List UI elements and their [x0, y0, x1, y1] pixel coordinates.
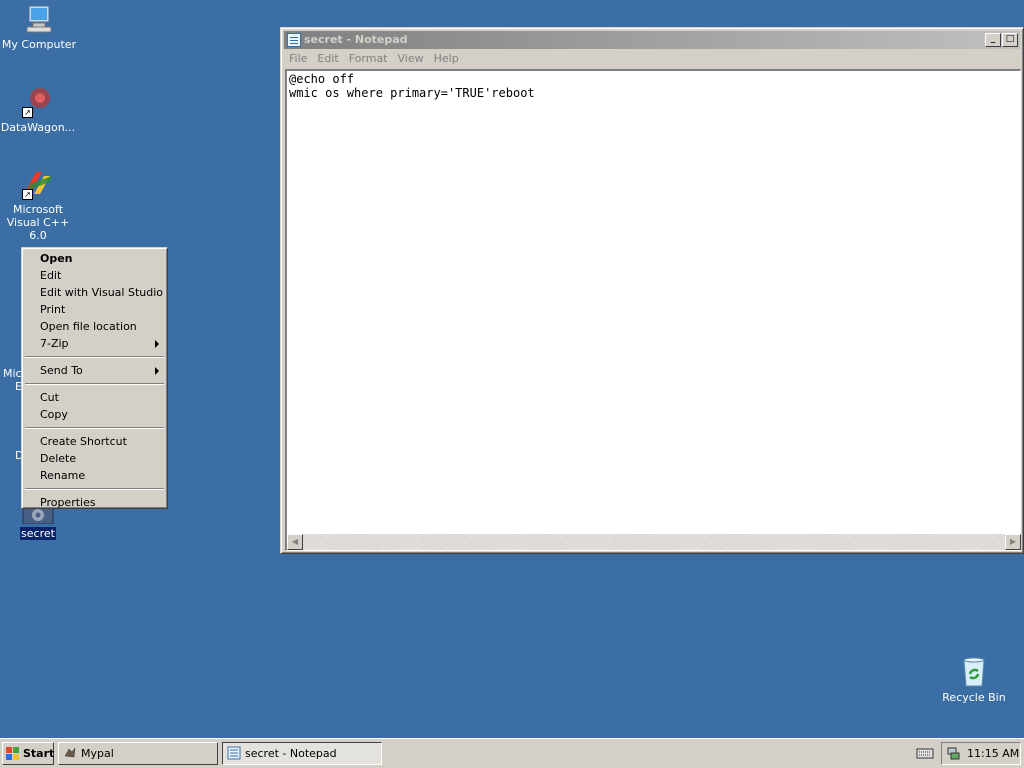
- scroll-right-button[interactable]: ▶: [1005, 534, 1021, 550]
- mypal-icon: [63, 746, 77, 760]
- datawagon-icon: ↗: [22, 86, 54, 118]
- scroll-left-button[interactable]: ◀: [287, 534, 303, 550]
- network-icon[interactable]: [946, 746, 960, 760]
- taskbar-button-mypal[interactable]: Mypal: [58, 742, 218, 765]
- menu-item-open[interactable]: Open: [24, 250, 165, 267]
- keyboard-icon[interactable]: [916, 746, 934, 760]
- menu-item-edit[interactable]: Edit: [24, 267, 165, 284]
- desktop: My Computer ↗ DataWagon... ↗ Microsoft V…: [0, 0, 1024, 738]
- visual-cpp-icon: ↗: [22, 168, 54, 200]
- menu-item-label: Edit with Visual Studio: [40, 286, 164, 299]
- menu-item-send-to[interactable]: Send To: [24, 362, 165, 379]
- desktop-icon-label: Recycle Bin: [942, 691, 1006, 704]
- desktop-icon-datawagon[interactable]: ↗ DataWagon...: [0, 86, 78, 134]
- desktop-icon-my-computer[interactable]: My Computer: [0, 3, 79, 51]
- menu-view[interactable]: View: [393, 50, 429, 68]
- menu-item-label: Open file location: [40, 320, 137, 333]
- desktop-icon-label: DataWagon...: [0, 121, 76, 134]
- task-label: secret - Notepad: [245, 747, 337, 760]
- menu-item-7zip[interactable]: 7-Zip: [24, 335, 165, 352]
- menu-item-edit-with-visual-studio[interactable]: Edit with Visual Studio: [24, 284, 165, 301]
- menu-item-open-file-location[interactable]: Open file location: [24, 318, 165, 335]
- submenu-arrow-icon: [155, 340, 159, 348]
- menu-item-label: Print: [40, 303, 66, 316]
- menu-item-label: Open: [40, 252, 73, 265]
- notepad-icon: [227, 746, 241, 760]
- title-bar[interactable]: secret - Notepad _ □: [284, 31, 1020, 49]
- task-label: Mypal: [81, 747, 114, 760]
- menu-item-rename[interactable]: Rename: [24, 467, 165, 484]
- clock[interactable]: 11:15 AM: [967, 743, 1019, 764]
- start-button[interactable]: Start: [2, 742, 54, 765]
- menu-item-print[interactable]: Print: [24, 301, 165, 318]
- menu-item-label: Cut: [40, 391, 59, 404]
- notepad-icon: [287, 33, 301, 47]
- notepad-window[interactable]: secret - Notepad _ □ File Edit Format View H…: [280, 27, 1024, 554]
- shortcut-arrow-icon: ↗: [22, 189, 33, 200]
- menu-item-label: Copy: [40, 408, 68, 421]
- desktop-icon-visual-cpp[interactable]: ↗ Microsoft Visual C++ 6.0: [0, 168, 78, 242]
- desktop-icon-label: secret: [20, 527, 56, 540]
- taskbar: Start Mypal secret - Notepad 11:15 AM: [0, 738, 1024, 768]
- menu-file[interactable]: File: [284, 50, 312, 68]
- context-menu: Open Edit Edit with Visual Studio Print …: [21, 247, 168, 509]
- menu-item-label: Send To: [40, 364, 83, 377]
- recycle-bin-icon: [958, 656, 990, 688]
- minimize-button[interactable]: _: [985, 33, 1001, 47]
- desktop-icon-label: My Computer: [1, 38, 77, 51]
- menu-separator: [25, 488, 164, 490]
- menu-item-label: Rename: [40, 469, 86, 482]
- horizontal-scrollbar[interactable]: ◀ ▶: [287, 534, 1021, 550]
- windows-flag-icon: [6, 747, 20, 760]
- taskbar-button-notepad[interactable]: secret - Notepad: [222, 742, 382, 765]
- menu-item-label: 7-Zip: [40, 337, 69, 350]
- menu-item-copy[interactable]: Copy: [24, 406, 165, 423]
- start-label: Start: [23, 747, 55, 760]
- menu-separator: [25, 427, 164, 429]
- shortcut-arrow-icon: ↗: [22, 107, 33, 118]
- computer-icon: [23, 3, 55, 35]
- text-editor[interactable]: @echo off wmic os where primary='TRUE're…: [285, 69, 1021, 551]
- menu-edit[interactable]: Edit: [312, 50, 343, 68]
- menu-item-label: Edit: [40, 269, 62, 282]
- menu-bar: File Edit Format View Help: [284, 50, 1020, 68]
- menu-item-label: Create Shortcut: [40, 435, 127, 448]
- menu-separator: [25, 356, 164, 358]
- submenu-arrow-icon: [155, 367, 159, 375]
- menu-item-label: Delete: [40, 452, 77, 465]
- maximize-button[interactable]: □: [1002, 33, 1018, 47]
- desktop-icon-recycle-bin[interactable]: Recycle Bin: [934, 656, 1014, 704]
- window-title: secret - Notepad: [304, 33, 408, 46]
- menu-item-label: Properties: [40, 496, 96, 509]
- menu-help[interactable]: Help: [429, 50, 464, 68]
- system-tray: 11:15 AM: [941, 742, 1021, 765]
- menu-item-cut[interactable]: Cut: [24, 389, 165, 406]
- editor-content[interactable]: @echo off wmic os where primary='TRUE're…: [289, 72, 535, 100]
- menu-format[interactable]: Format: [344, 50, 393, 68]
- menu-item-create-shortcut[interactable]: Create Shortcut: [24, 433, 165, 450]
- desktop-icon-label: Microsoft Visual C++ 6.0: [6, 203, 70, 242]
- menu-separator: [25, 383, 164, 385]
- desktop-icon-hidden-1[interactable]: Micr: [2, 367, 26, 380]
- menu-item-delete[interactable]: Delete: [24, 450, 165, 467]
- menu-item-properties[interactable]: Properties: [24, 494, 165, 511]
